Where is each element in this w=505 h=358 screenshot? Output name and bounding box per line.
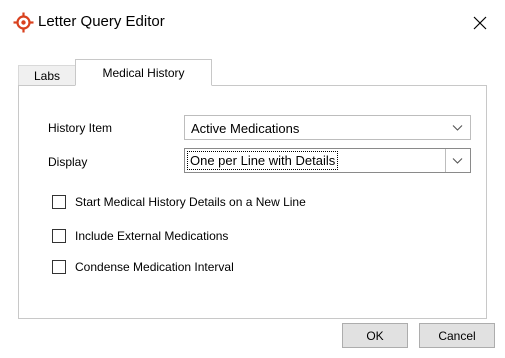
close-icon: [473, 16, 487, 30]
display-value: One per Line with Details: [186, 151, 339, 170]
tab-labs[interactable]: Labs: [18, 65, 76, 85]
tab-medical-history[interactable]: Medical History: [75, 59, 212, 86]
include-external-medications-checkbox[interactable]: [52, 229, 66, 243]
condense-medication-interval-checkbox[interactable]: [52, 260, 66, 274]
include-external-medications-label: Include External Medications: [75, 229, 229, 243]
ok-button[interactable]: OK: [342, 323, 408, 348]
chevron-down-icon: [452, 158, 463, 164]
start-details-new-line-label: Start Medical History Details on a New L…: [75, 195, 306, 209]
start-details-new-line-checkbox[interactable]: [52, 195, 66, 209]
cancel-button[interactable]: Cancel: [419, 323, 495, 348]
start-details-new-line-checkbox-row[interactable]: Start Medical History Details on a New L…: [52, 194, 306, 210]
window-title: Letter Query Editor: [38, 13, 165, 30]
history-item-label: History Item: [48, 121, 113, 135]
crosshair-gear-icon: [13, 12, 34, 33]
condense-medication-interval-checkbox-row[interactable]: Condense Medication Interval: [52, 259, 234, 275]
history-item-select[interactable]: Active Medications: [184, 115, 471, 140]
chevron-down-icon: [452, 125, 463, 131]
include-external-medications-checkbox-row[interactable]: Include External Medications: [52, 228, 228, 244]
close-button[interactable]: [465, 8, 495, 38]
display-label: Display: [48, 155, 88, 169]
letter-query-editor-dialog: Letter Query Editor Labs Medical History…: [0, 0, 505, 358]
display-select[interactable]: One per Line with Details: [184, 148, 471, 173]
title-bar: Letter Query Editor: [0, 0, 505, 46]
condense-medication-interval-label: Condense Medication Interval: [75, 260, 234, 274]
history-item-value: Active Medications: [191, 121, 300, 136]
